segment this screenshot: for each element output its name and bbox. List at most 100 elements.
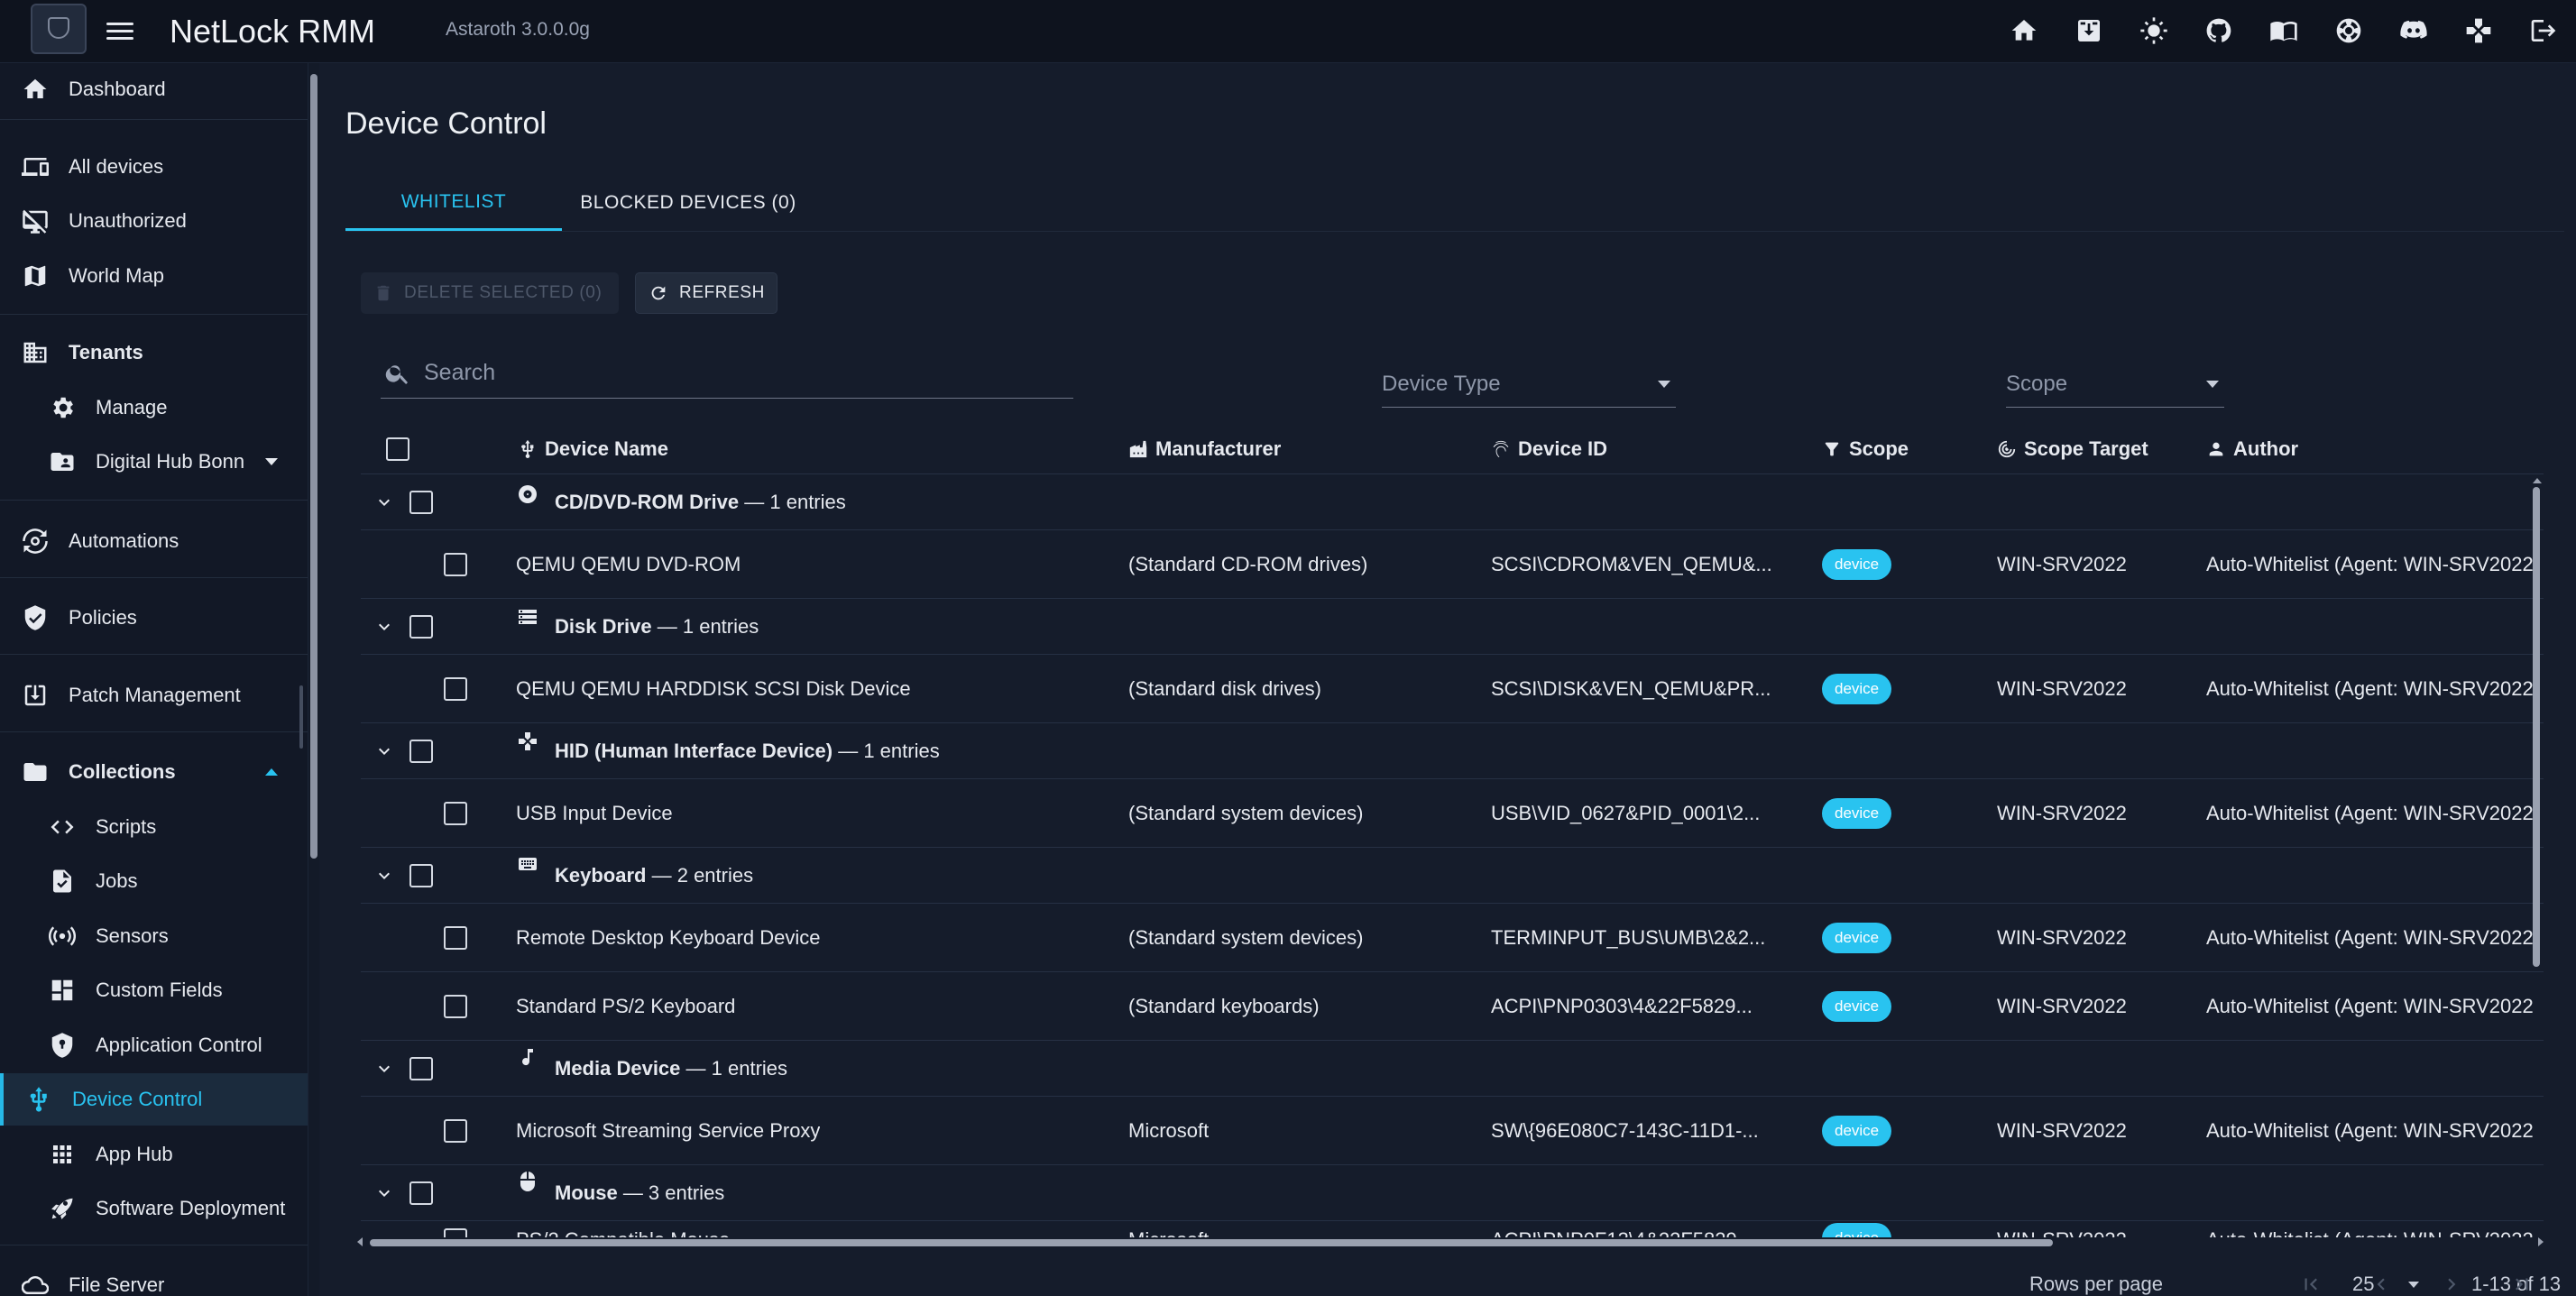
row-checkbox[interactable]	[444, 552, 467, 576]
netlock-logo[interactable]	[31, 4, 87, 54]
table-horizontal-scroll[interactable]	[357, 1237, 2544, 1248]
column-scope-target[interactable]: Scope Target	[1997, 424, 2148, 474]
sidebar-inner-scrollbar[interactable]	[299, 685, 303, 749]
github-icon[interactable]	[2203, 14, 2235, 47]
table-row[interactable]: Remote Desktop Keyboard Device (Standard…	[361, 904, 2544, 972]
table-row[interactable]: QEMU QEMU DVD-ROM (Standard CD-ROM drive…	[361, 530, 2544, 599]
discord-icon[interactable]	[2397, 14, 2430, 47]
search-field[interactable]	[381, 348, 1073, 399]
search-input[interactable]	[424, 360, 1055, 386]
column-device-name[interactable]: Device Name	[518, 424, 668, 474]
group-name: Disk Drive	[555, 614, 652, 638]
last-page-icon[interactable]	[2504, 1266, 2540, 1296]
scroll-right-arrow[interactable]	[2538, 1237, 2544, 1246]
refresh-button[interactable]: REFRESH	[635, 272, 777, 314]
sidebar-item-policies[interactable]: Policies	[0, 592, 308, 644]
sidebar-item-dashboard[interactable]: Dashboard	[0, 63, 308, 115]
row-checkbox[interactable]	[444, 801, 467, 825]
sidebar-item-patch-management[interactable]: Patch Management	[0, 669, 308, 722]
chevron-down-icon[interactable]	[265, 458, 278, 465]
author: Auto-Whitelist (Agent: WIN-SRV2022	[2206, 925, 2534, 949]
game-icon[interactable]	[2462, 14, 2495, 47]
sidebar-item-tenant-select[interactable]: Digital Hub Bonn	[0, 436, 308, 488]
sidebar-item-custom-fields[interactable]: Custom Fields	[0, 964, 308, 1016]
tab-blocked-devices[interactable]: BLOCKED DEVICES (0)	[562, 175, 814, 231]
row-checkbox[interactable]	[444, 1118, 467, 1143]
column-manufacturer[interactable]: Manufacturer	[1128, 424, 1281, 474]
row-checkbox[interactable]	[444, 925, 467, 950]
group-checkbox[interactable]	[409, 490, 433, 514]
home-icon[interactable]	[2008, 14, 2040, 47]
sidebar-item-label: Policies	[69, 606, 137, 629]
group-row[interactable]: Mouse — 3 entries	[361, 1165, 2544, 1221]
sidebar-item-scripts[interactable]: Scripts	[0, 801, 308, 853]
sidebar-item-software-deployment[interactable]: Software Deployment	[0, 1182, 308, 1235]
chevron-down-icon[interactable]	[373, 474, 395, 529]
sidebar-item-manage[interactable]: Manage	[0, 381, 308, 434]
sidebar-item-all-devices[interactable]: All devices	[0, 141, 308, 193]
sidebar-item-collections[interactable]: Collections	[0, 746, 308, 798]
column-scope[interactable]: Scope	[1822, 424, 1909, 474]
sidebar-item-jobs[interactable]: Jobs	[0, 855, 308, 907]
group-checkbox[interactable]	[409, 863, 433, 887]
menu-toggle-icon[interactable]	[106, 18, 133, 43]
sidebar-item-unauthorized[interactable]: Unauthorized	[0, 195, 308, 247]
group-checkbox[interactable]	[409, 1181, 433, 1205]
scope-select[interactable]: Scope	[2006, 361, 2224, 408]
sidebar-item-world-map[interactable]: World Map	[0, 250, 308, 302]
download-icon[interactable]	[2073, 14, 2105, 47]
column-author[interactable]: Author	[2206, 424, 2298, 474]
delete-selected-button[interactable]: DELETE SELECTED (0)	[361, 272, 619, 314]
sidebar-item-label: Dashboard	[69, 78, 166, 100]
device-type-select[interactable]: Device Type	[1382, 361, 1676, 408]
select-all-checkbox[interactable]	[386, 437, 409, 461]
sidebar-item-automations[interactable]: Automations	[0, 515, 308, 567]
table-row[interactable]: Microsoft Streaming Service Proxy Micros…	[361, 1097, 2544, 1165]
sidebar-item-app-hub[interactable]: App Hub	[0, 1128, 308, 1181]
group-checkbox[interactable]	[409, 614, 433, 639]
chevron-down-icon[interactable]	[373, 599, 395, 654]
docs-icon[interactable]	[2268, 14, 2300, 47]
author: Auto-Whitelist (Agent: WIN-SRV2022	[2206, 1221, 2534, 1237]
previous-page-icon[interactable]	[2363, 1266, 2399, 1296]
chevron-down-icon[interactable]	[373, 848, 395, 903]
sidebar-item-tenants[interactable]: Tenants	[0, 326, 308, 379]
group-row[interactable]: HID (Human Interface Device) — 1 entries	[361, 723, 2544, 779]
table-row[interactable]: USB Input Device (Standard system device…	[361, 779, 2544, 848]
support-icon[interactable]	[2332, 14, 2365, 47]
group-row[interactable]: Keyboard — 2 entries	[361, 848, 2544, 904]
sidebar-item-device-control[interactable]: Device Control	[0, 1073, 308, 1126]
tab-whitelist[interactable]: WHITELIST	[345, 175, 562, 231]
group-checkbox[interactable]	[409, 739, 433, 763]
sidebar-scrollbar[interactable]	[310, 74, 317, 859]
group-row[interactable]: CD/DVD-ROM Drive — 1 entries	[361, 474, 2544, 530]
column-device-id[interactable]: Device ID	[1491, 424, 1607, 474]
row-checkbox[interactable]	[444, 676, 467, 701]
group-row[interactable]: Disk Drive — 1 entries	[361, 599, 2544, 655]
manufacturer: (Standard system devices)	[1128, 801, 1364, 824]
sidebar-item-sensors[interactable]: Sensors	[0, 910, 308, 962]
first-page-icon[interactable]	[2293, 1266, 2329, 1296]
row-checkbox[interactable]	[444, 994, 467, 1018]
divider	[0, 500, 308, 501]
row-checkbox[interactable]	[444, 1228, 467, 1237]
logout-icon[interactable]	[2527, 14, 2560, 47]
device-name: PS/2 Compatible Mouse	[516, 1221, 730, 1237]
scroll-left-arrow[interactable]	[357, 1237, 363, 1246]
next-page-icon[interactable]	[2433, 1266, 2470, 1296]
table-vertical-scrollbar[interactable]	[2533, 487, 2540, 967]
chevron-down-icon[interactable]	[373, 1041, 395, 1096]
group-checkbox[interactable]	[409, 1056, 433, 1080]
table-row[interactable]: QEMU QEMU HARDDISK SCSI Disk Device (Sta…	[361, 655, 2544, 723]
table-horizontal-scrollbar[interactable]	[370, 1239, 2053, 1246]
sidebar-item-application-control[interactable]: Application Control	[0, 1019, 308, 1071]
chevron-up-icon[interactable]	[265, 768, 278, 776]
theme-icon[interactable]	[2138, 14, 2170, 47]
sidebar-item-file-server[interactable]: File Server	[0, 1259, 308, 1296]
table-row[interactable]: PS/2 Compatible Mouse Microsoft ACPI\PNP…	[361, 1221, 2544, 1237]
table-row[interactable]: Standard PS/2 Keyboard (Standard keyboar…	[361, 972, 2544, 1041]
chevron-down-icon[interactable]	[373, 723, 395, 778]
table-scroll-up-arrow[interactable]	[2533, 478, 2542, 483]
group-row[interactable]: Media Device — 1 entries	[361, 1041, 2544, 1097]
chevron-down-icon[interactable]	[373, 1165, 395, 1220]
